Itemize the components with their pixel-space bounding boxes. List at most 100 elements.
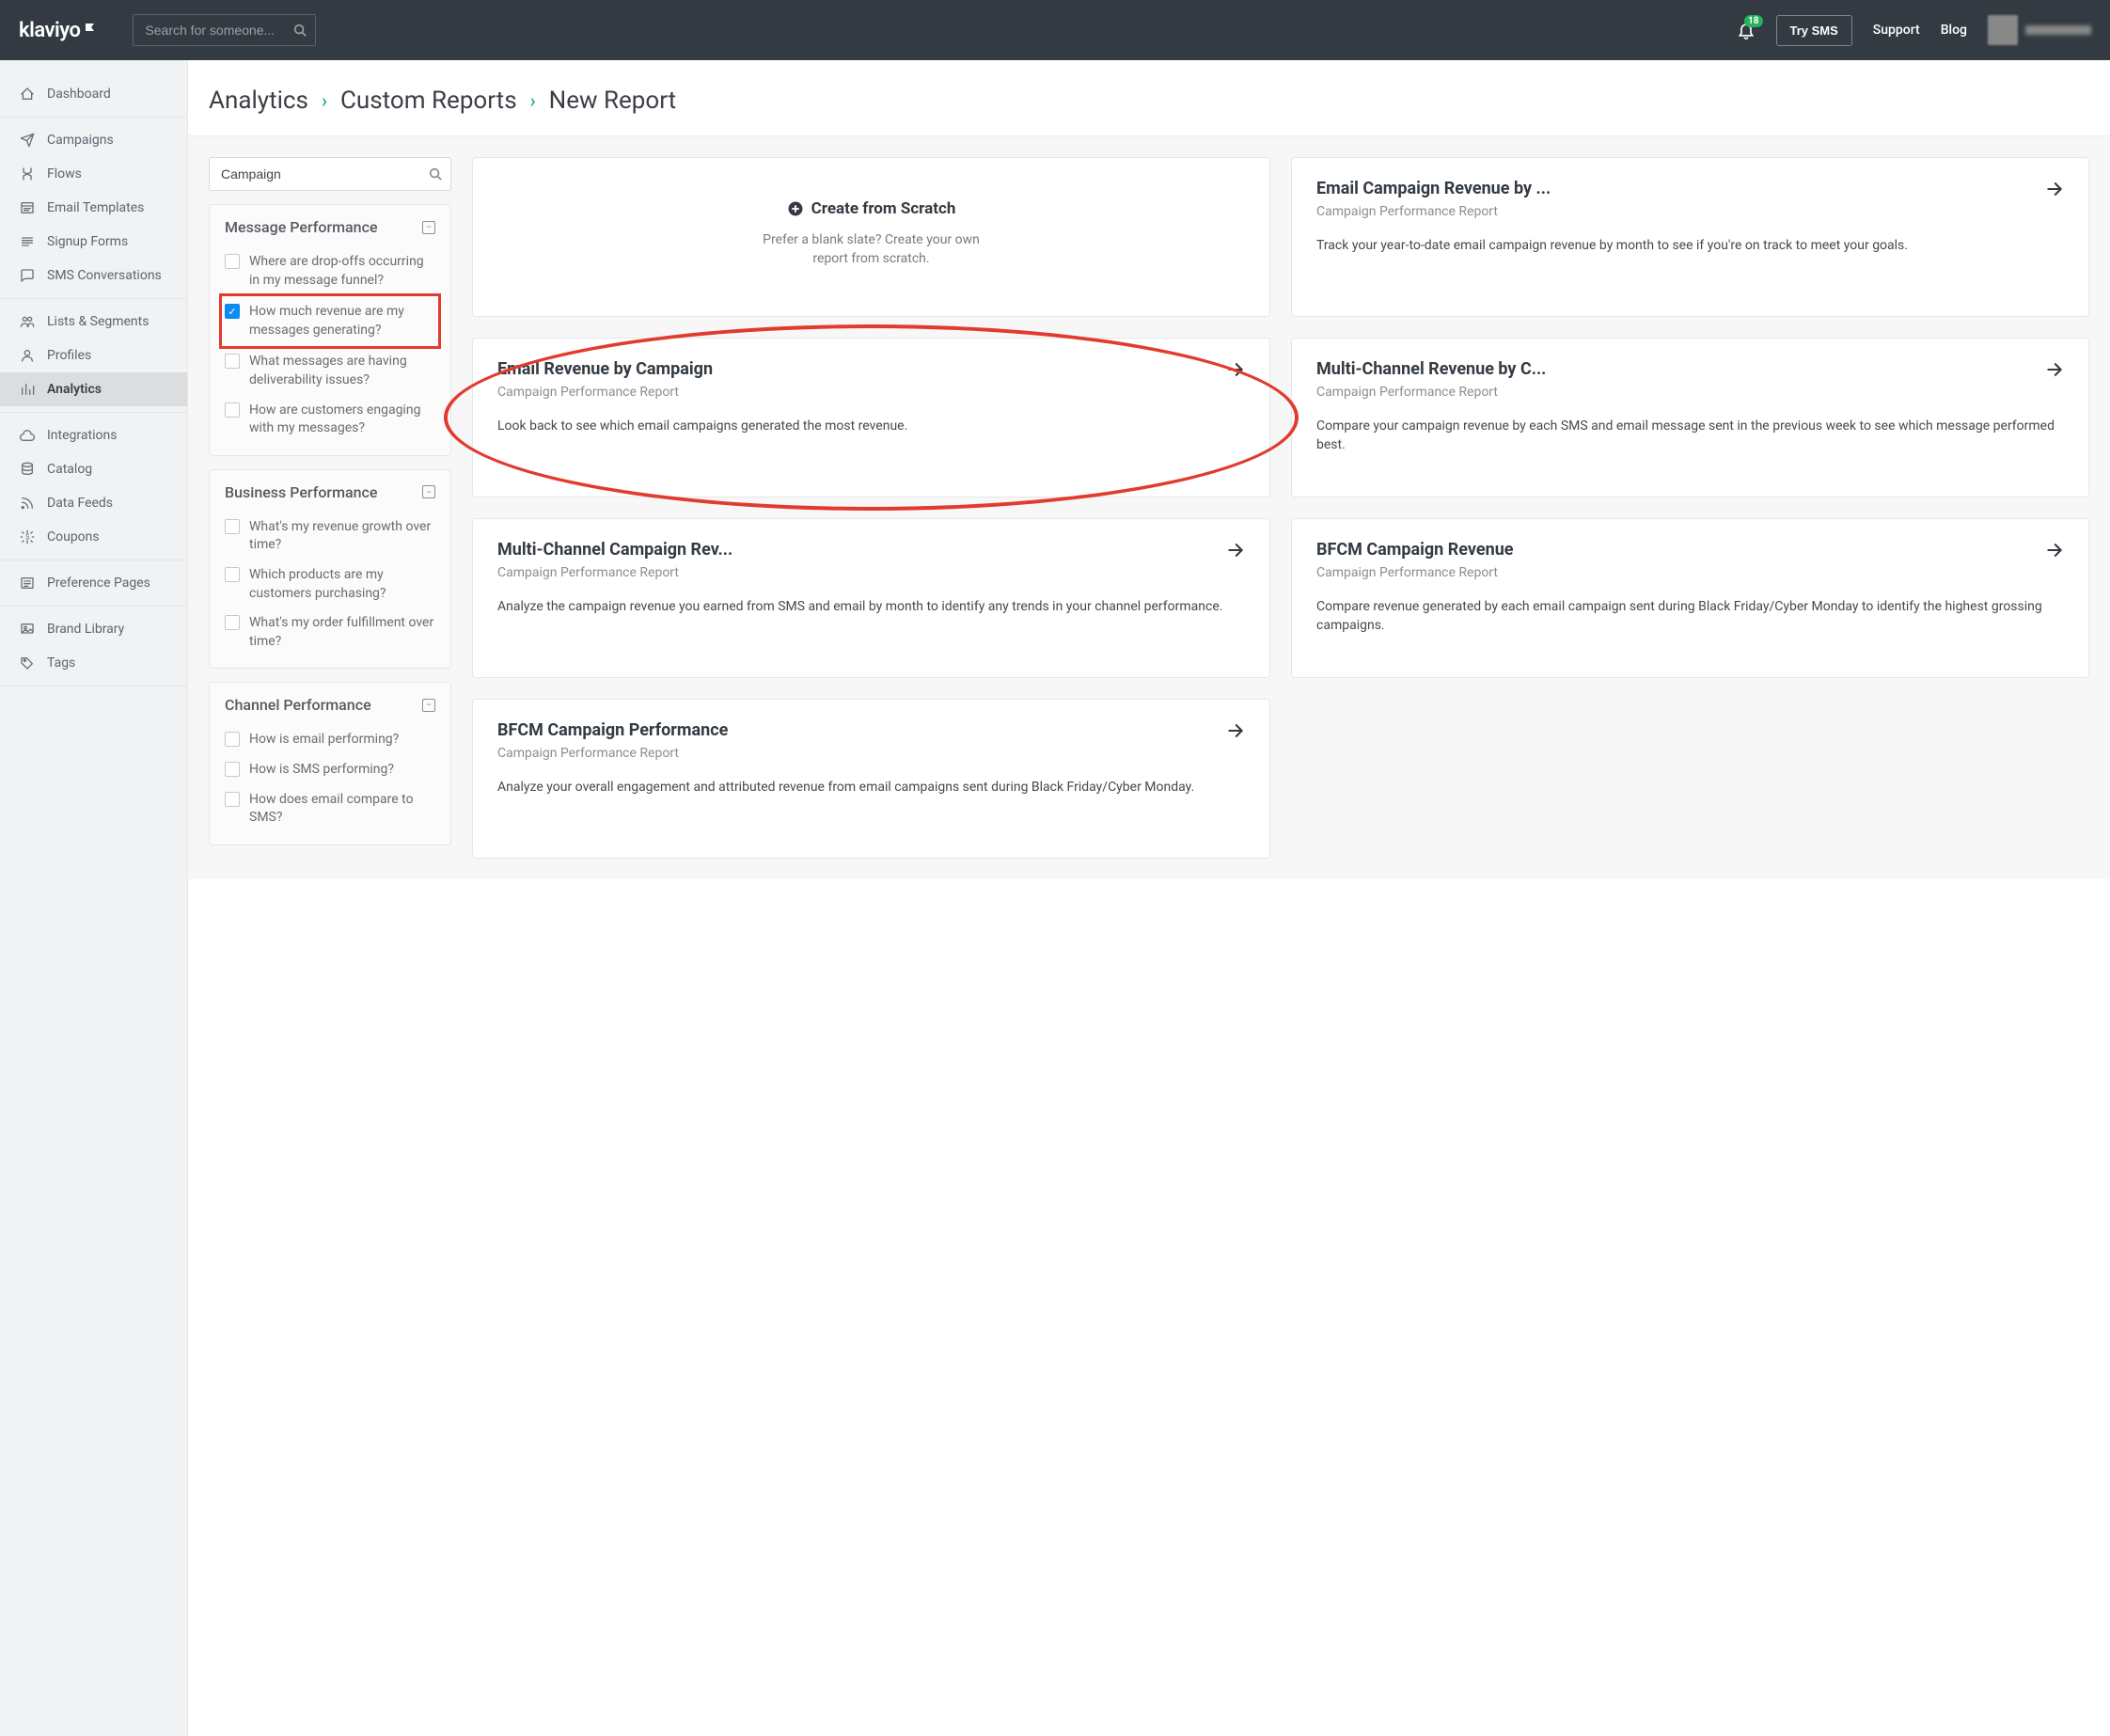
filter-item[interactable]: Where are drop-offs occurring in my mess… <box>225 247 435 295</box>
filter-search-input[interactable] <box>209 157 451 191</box>
filter-item[interactable]: How is SMS performing? <box>225 755 435 785</box>
blog-link[interactable]: Blog <box>1941 23 1967 38</box>
filter-panel-title: Channel Performance <box>225 696 371 714</box>
sidebar-item-flows[interactable]: Flows <box>0 157 187 191</box>
tags-icon <box>19 655 36 671</box>
sidebar-item-brand[interactable]: Brand Library <box>0 612 187 646</box>
report-card[interactable]: Multi-Channel Revenue by C... Campaign Pe… <box>1291 338 2089 497</box>
support-link[interactable]: Support <box>1873 23 1920 38</box>
collapse-icon[interactable]: − <box>422 221 435 234</box>
checkbox-icon[interactable] <box>225 792 240 807</box>
filter-panel-title: Business Performance <box>225 483 377 501</box>
logo[interactable]: klaviyo <box>19 19 99 42</box>
profiles-icon <box>19 348 36 363</box>
filter-item-label: How much revenue are my messages generat… <box>249 303 435 339</box>
filter-panel: Channel Performance − How is email perform… <box>209 682 451 844</box>
sidebar-item-dashboard[interactable]: Dashboard <box>0 77 187 111</box>
card-description: Compare your campaign revenue by each SM… <box>1316 417 2064 455</box>
card-desc: Prefer a blank slate? Create your own re… <box>759 230 984 269</box>
sidebar-item-lists[interactable]: Lists & Segments <box>0 305 187 339</box>
checkbox-checked-icon[interactable]: ✓ <box>225 304 240 319</box>
notification-badge: 18 <box>1744 15 1762 27</box>
sidebar-item-label: Data Feeds <box>47 496 113 511</box>
avatar-name-redacted <box>2025 25 2091 35</box>
sidebar-item-label: Catalog <box>47 462 92 477</box>
collapse-icon[interactable]: − <box>422 699 435 712</box>
sidebar-item-tags[interactable]: Tags <box>0 646 187 680</box>
dashboard-icon <box>19 87 36 102</box>
checkbox-icon[interactable] <box>225 615 240 630</box>
account-menu[interactable] <box>1988 15 2091 45</box>
arrow-right-icon <box>1226 360 1245 379</box>
checkbox-icon[interactable] <box>225 762 240 777</box>
breadcrumb-separator: › <box>530 89 536 112</box>
filter-item[interactable]: How is email performing? <box>225 725 435 755</box>
sidebar-item-profiles[interactable]: Profiles <box>0 339 187 372</box>
card-subtitle: Campaign Performance Report <box>1316 385 2064 400</box>
filter-item[interactable]: What's my order fulfillment over time? <box>225 608 435 656</box>
card-subtitle: Campaign Performance Report <box>497 565 1245 580</box>
card-description: Compare revenue generated by each email … <box>1316 597 2064 636</box>
search-input[interactable] <box>133 14 316 46</box>
integrations-icon <box>19 428 36 443</box>
filter-item[interactable]: What messages are having deliverability … <box>225 347 435 395</box>
checkbox-icon[interactable] <box>225 519 240 534</box>
sidebar-item-sms[interactable]: SMS Conversations <box>0 259 187 292</box>
checkbox-icon[interactable] <box>225 732 240 747</box>
sidebar-item-label: Email Templates <box>47 200 144 215</box>
header-search <box>133 14 316 46</box>
collapse-icon[interactable]: − <box>422 485 435 498</box>
sidebar-item-forms[interactable]: Signup Forms <box>0 225 187 259</box>
arrow-right-icon <box>2045 541 2064 560</box>
filter-item-label: What's my order fulfillment over time? <box>249 614 435 651</box>
breadcrumb-item[interactable]: Analytics <box>209 87 308 115</box>
content: Analytics›Custom Reports›New Report Mess… <box>188 60 2110 1736</box>
sidebar-item-preference[interactable]: Preference Pages <box>0 566 187 600</box>
report-card[interactable]: BFCM Campaign RevenueCampaign Performanc… <box>1291 518 2089 678</box>
sidebar-item-campaigns[interactable]: Campaigns <box>0 123 187 157</box>
filter-item[interactable]: How does email compare to SMS? <box>225 785 435 833</box>
forms-icon <box>19 234 36 249</box>
create-from-scratch-card[interactable]: Create from ScratchPrefer a blank slate?… <box>472 157 1270 317</box>
sidebar-item-analytics[interactable]: Analytics <box>0 372 187 406</box>
cards-wrap: Create from ScratchPrefer a blank slate?… <box>472 157 2089 859</box>
checkbox-icon[interactable] <box>225 354 240 369</box>
filter-item[interactable]: Which products are my customers purchasi… <box>225 560 435 608</box>
checkbox-icon[interactable] <box>225 254 240 269</box>
card-title: Email Revenue by Campaign <box>497 359 713 379</box>
brand-icon <box>19 622 36 637</box>
report-card[interactable]: Email Revenue by CampaignCampaign Perfor… <box>472 338 1270 497</box>
card-description: Look back to see which email campaigns g… <box>497 417 1245 435</box>
report-card[interactable]: Email Campaign Revenue by ...Campaign Pe… <box>1291 157 2089 317</box>
try-sms-button[interactable]: Try SMS <box>1776 15 1852 46</box>
sidebar: Dashboard Campaigns Flows Email Templates Si… <box>0 60 188 1736</box>
card-subtitle: Campaign Performance Report <box>1316 565 2064 580</box>
search-icon <box>293 24 307 37</box>
sidebar-item-feeds[interactable]: Data Feeds <box>0 486 187 520</box>
sidebar-item-templates[interactable]: Email Templates <box>0 191 187 225</box>
sidebar-item-label: Flows <box>47 166 82 181</box>
card-title: Multi-Channel Revenue by C... <box>1316 359 1546 379</box>
filter-item-label: How are customers engaging with my messa… <box>249 402 435 438</box>
filter-item[interactable]: What's my revenue growth over time? <box>225 513 435 560</box>
checkbox-icon[interactable] <box>225 567 240 582</box>
cards-area: Create from ScratchPrefer a blank slate?… <box>472 157 2089 859</box>
breadcrumb-item[interactable]: Custom Reports <box>340 87 517 115</box>
breadcrumb-separator: › <box>322 89 327 112</box>
report-card[interactable]: Multi-Channel Campaign Rev...Campaign Pe… <box>472 518 1270 678</box>
arrow-right-icon <box>2045 180 2064 198</box>
preference-icon <box>19 576 36 591</box>
sidebar-item-catalog[interactable]: Catalog <box>0 452 187 486</box>
filter-item[interactable]: How are customers engaging with my messa… <box>225 396 435 444</box>
sidebar-item-coupons[interactable]: $Coupons <box>0 520 187 554</box>
filter-item-label: How is SMS performing? <box>249 761 394 780</box>
report-card[interactable]: BFCM Campaign PerformanceCampaign Perfor… <box>472 699 1270 859</box>
checkbox-icon[interactable] <box>225 402 240 418</box>
logo-flag-icon <box>84 23 99 38</box>
sidebar-item-label: SMS Conversations <box>47 268 162 283</box>
arrow-right-icon <box>2045 360 2064 379</box>
sidebar-item-label: Analytics <box>47 382 102 397</box>
sidebar-item-integrations[interactable]: Integrations <box>0 418 187 452</box>
notifications-button[interactable]: 18 <box>1737 21 1756 39</box>
filter-item[interactable]: ✓ How much revenue are my messages genera… <box>221 295 439 347</box>
